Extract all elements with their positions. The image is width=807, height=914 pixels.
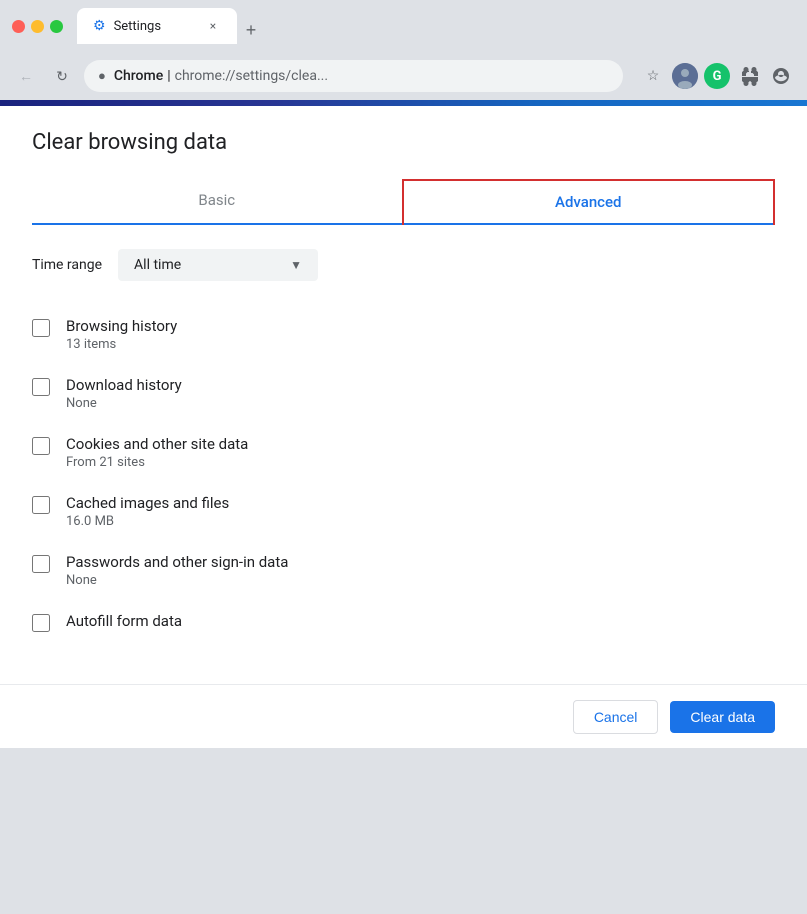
site-name: Chrome — [114, 68, 163, 84]
cookies-text: Cookies and other site data From 21 site… — [66, 435, 775, 470]
browsing-history-item: Browsing history 13 items — [32, 305, 775, 364]
omnibox-text: Chrome | chrome://settings/clea... — [114, 68, 328, 84]
page-title: Clear browsing data — [32, 130, 775, 155]
download-history-checkbox[interactable] — [32, 378, 50, 396]
new-tab-button[interactable]: + — [237, 16, 265, 44]
cookies-sublabel: From 21 sites — [66, 455, 775, 470]
browser-titlebar: ⚙ Settings × + — [0, 0, 807, 52]
back-button[interactable]: ← — [12, 62, 40, 90]
user-photo-icon[interactable] — [671, 62, 699, 90]
cached-images-checkbox[interactable] — [32, 496, 50, 514]
address-bar: ← ↻ ● Chrome | chrome://settings/clea...… — [0, 52, 807, 100]
profile-icon[interactable] — [767, 62, 795, 90]
omnibox-favicon: ● — [98, 68, 106, 84]
time-range-label: Time range — [32, 257, 102, 273]
time-range-row: Time range All time ▼ — [32, 249, 775, 281]
browsing-history-checkbox[interactable] — [32, 319, 50, 337]
cached-images-sublabel: 16.0 MB — [66, 514, 775, 529]
toolbar-icons: ☆ G — [639, 62, 795, 90]
passwords-checkbox-wrapper — [32, 555, 50, 573]
tab-title: Settings — [114, 19, 197, 34]
download-history-item: Download history None — [32, 364, 775, 423]
tab-close-button[interactable]: × — [205, 18, 221, 34]
footer: Cancel Clear data — [0, 684, 807, 748]
dropdown-arrow-icon: ▼ — [290, 258, 302, 272]
cookies-checkbox-wrapper — [32, 437, 50, 455]
cached-images-text: Cached images and files 16.0 MB — [66, 494, 775, 529]
time-range-select[interactable]: All time ▼ — [118, 249, 318, 281]
tab-bar: ⚙ Settings × + — [77, 8, 265, 44]
cached-images-checkbox-wrapper — [32, 496, 50, 514]
tab-favicon: ⚙ — [93, 18, 106, 34]
autofill-text: Autofill form data — [66, 612, 775, 632]
browsing-history-sublabel: 13 items — [66, 337, 775, 352]
star-icon[interactable]: ☆ — [639, 62, 667, 90]
maximize-traffic-light[interactable] — [50, 20, 63, 33]
refresh-button[interactable]: ↻ — [48, 62, 76, 90]
autofill-checkbox[interactable] — [32, 614, 50, 632]
passwords-checkbox[interactable] — [32, 555, 50, 573]
omnibox[interactable]: ● Chrome | chrome://settings/clea... — [84, 60, 623, 92]
extensions-icon[interactable] — [735, 62, 763, 90]
download-history-checkbox-wrapper — [32, 378, 50, 396]
traffic-lights — [12, 20, 63, 33]
cookies-label: Cookies and other site data — [66, 435, 775, 453]
clear-data-button[interactable]: Clear data — [670, 701, 775, 733]
browsing-history-label: Browsing history — [66, 317, 775, 335]
cookies-item: Cookies and other site data From 21 site… — [32, 423, 775, 482]
close-traffic-light[interactable] — [12, 20, 25, 33]
browsing-history-text: Browsing history 13 items — [66, 317, 775, 352]
tab-advanced[interactable]: Advanced — [402, 179, 776, 225]
grammarly-icon[interactable]: G — [703, 62, 731, 90]
passwords-text: Passwords and other sign-in data None — [66, 553, 775, 588]
cached-images-item: Cached images and files 16.0 MB — [32, 482, 775, 541]
autofill-item: Autofill form data — [32, 600, 775, 644]
passwords-item: Passwords and other sign-in data None — [32, 541, 775, 600]
cancel-button[interactable]: Cancel — [573, 700, 659, 734]
tab-basic[interactable]: Basic — [32, 179, 402, 223]
autofill-label: Autofill form data — [66, 612, 775, 630]
time-range-value: All time — [134, 257, 181, 273]
minimize-traffic-light[interactable] — [31, 20, 44, 33]
main-content: Clear browsing data Basic Advanced Time … — [0, 106, 807, 748]
download-history-text: Download history None — [66, 376, 775, 411]
browsing-history-checkbox-wrapper — [32, 319, 50, 337]
omnibox-url: chrome://settings/clea... — [175, 68, 328, 84]
settings-tab[interactable]: ⚙ Settings × — [77, 8, 237, 44]
passwords-sublabel: None — [66, 573, 775, 588]
download-history-label: Download history — [66, 376, 775, 394]
cookies-checkbox[interactable] — [32, 437, 50, 455]
download-history-sublabel: None — [66, 396, 775, 411]
cached-images-label: Cached images and files — [66, 494, 775, 512]
omnibox-separator: | — [167, 68, 170, 84]
autofill-checkbox-wrapper — [32, 614, 50, 632]
passwords-label: Passwords and other sign-in data — [66, 553, 775, 571]
tabs-container: Basic Advanced — [32, 179, 775, 225]
